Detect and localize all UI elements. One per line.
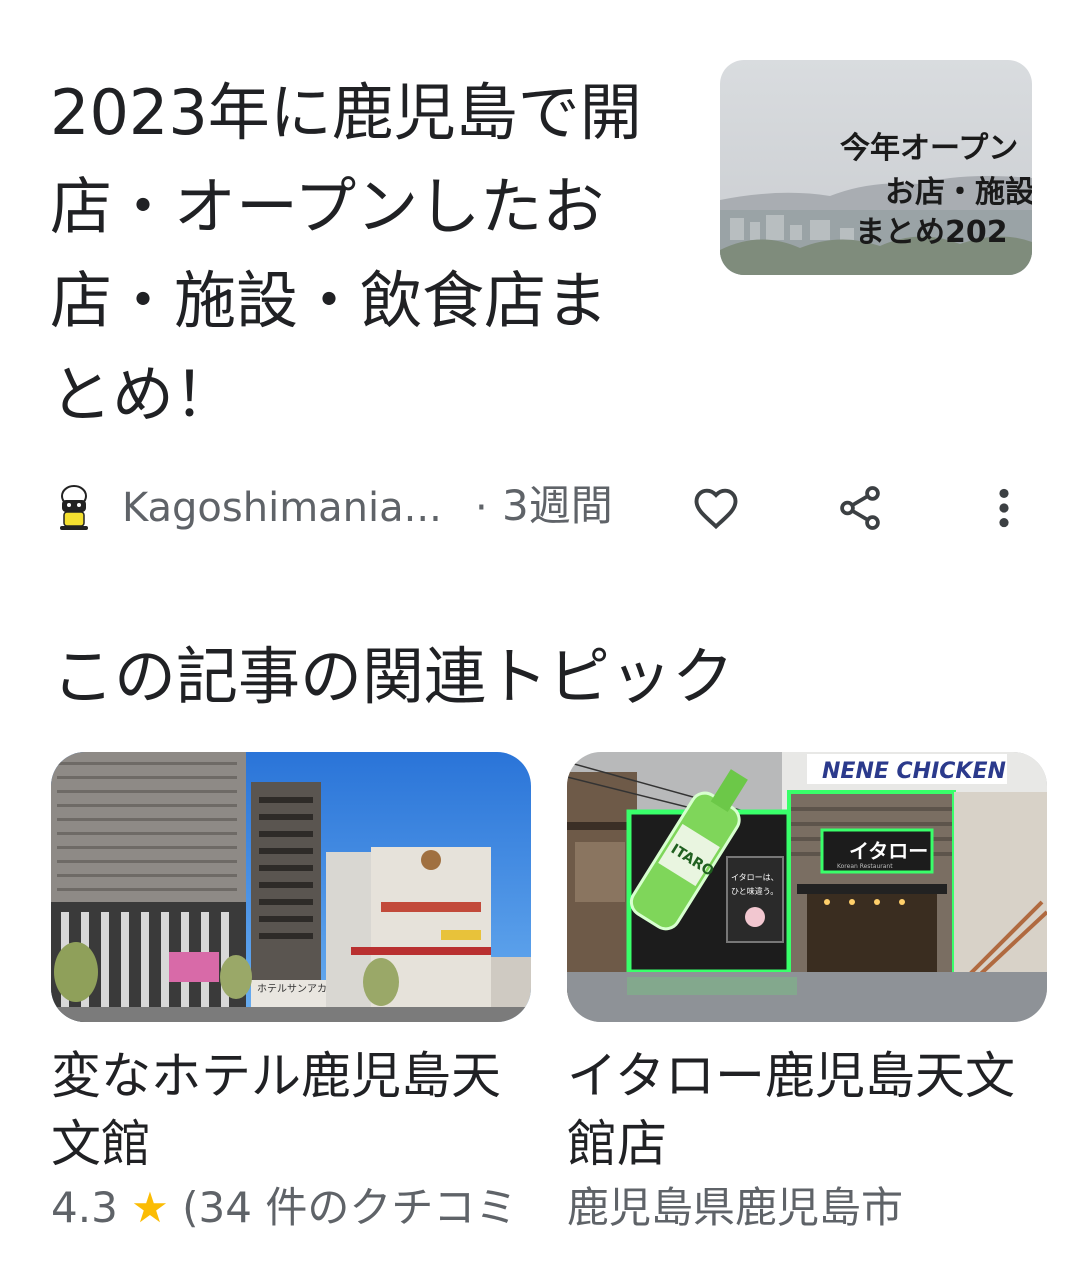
panel-line-2: ひと味違う。 (731, 886, 778, 896)
hotel-card-title: 変なホテル鹿児島天文館 (51, 1047, 501, 1173)
shop-sign: イタロー (849, 839, 928, 863)
rating-value: 4.3 (51, 1183, 118, 1232)
panel-line-1: イタローは、 (731, 873, 779, 882)
article-card[interactable]: 2023年に鹿児島で開店・オープンしたお店・施設・飲食店まとめ！ 今年オープン … (0, 0, 1080, 580)
article-meta-row: Kagoshimania... · 3週間 (50, 468, 1040, 548)
topic-card-restaurant[interactable]: NENE CHICKEN ITARO イタローは、 ひと味違う。 イタロー Ko… (567, 752, 1049, 1279)
star-icon: ★ (131, 1183, 169, 1232)
restaurant-location: 鹿児島県鹿児島市 (567, 1183, 904, 1232)
more-options-button[interactable] (968, 472, 1040, 544)
bottom-fade (0, 1235, 1080, 1279)
restaurant-card-title: イタロー鹿児島天文館店 (567, 1047, 1015, 1173)
hotel-rating-row: 4.3 ★ (34 件のクチコミ (51, 1182, 533, 1234)
article-title[interactable]: 2023年に鹿児島で開店・オープンしたお店・施設・飲食店まとめ！ (50, 66, 650, 442)
article-thumbnail[interactable]: 今年オープン お店・施設 まとめ202 (720, 60, 1032, 275)
thumbnail-line-1: 今年オープン (840, 131, 1018, 166)
related-topics-heading: この記事の関連トピック (52, 640, 735, 713)
share-button[interactable] (824, 472, 896, 544)
share-icon (840, 486, 880, 530)
thumbnail-line-3: まとめ202 (855, 215, 1008, 250)
article-age: 3週間 (502, 481, 613, 530)
heart-icon (694, 488, 738, 530)
source-name[interactable]: Kagoshimania... (122, 480, 442, 536)
meta-separator: · (475, 485, 488, 531)
hotel-sign: ホテルサンアカ (257, 983, 327, 995)
nene-sign: NENE CHICKEN (822, 759, 1006, 784)
topic-card-hotel[interactable]: ホテルサンアカ 変なホテル鹿児島天文館 4.3 ★ (34 件のクチコミ (51, 752, 533, 1279)
like-button[interactable] (680, 472, 752, 544)
restaurant-photo: NENE CHICKEN ITARO イタローは、 ひと味違う。 イタロー Ko… (567, 752, 1047, 1022)
thumbnail-image: 今年オープン お店・施設 まとめ202 (720, 60, 1032, 275)
hotel-photo: ホテルサンアカ (51, 752, 531, 1022)
shop-sign-sub: Korean Restaurant (837, 863, 893, 870)
thumbnail-line-2: お店・施設 (885, 175, 1032, 210)
more-vert-icon (999, 488, 1009, 528)
source-avatar (50, 482, 98, 532)
review-count: (34 件のクチコミ (182, 1183, 518, 1232)
